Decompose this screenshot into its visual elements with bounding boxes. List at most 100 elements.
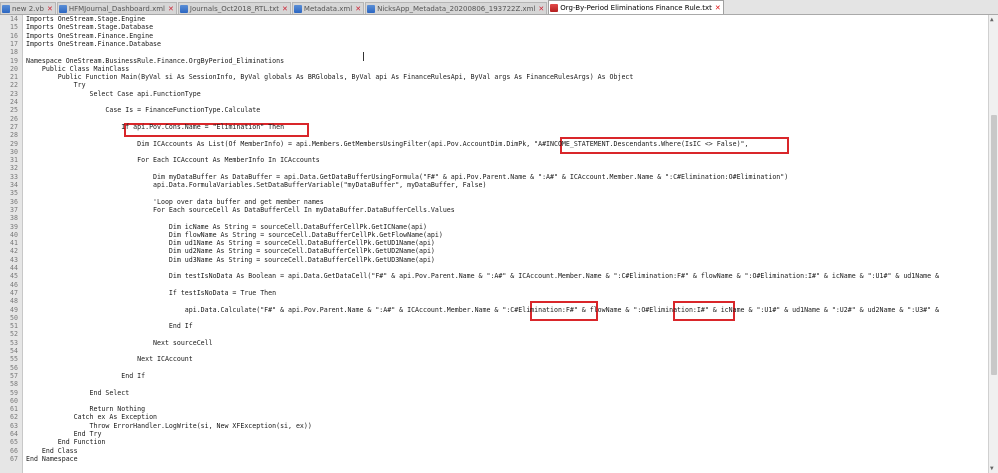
file-icon: [367, 4, 376, 13]
line-number: 50: [10, 313, 18, 322]
code-line: Dim icName As String = sourceCell.DataBu…: [26, 222, 427, 231]
line-number: 26: [10, 114, 18, 123]
code-line: Imports OneStream.Stage.Database: [26, 23, 154, 32]
file-icon: [293, 4, 302, 13]
code-line: End Class: [26, 446, 78, 455]
code-line: Next sourceCell: [26, 338, 213, 347]
tab-item[interactable]: Journals_Oct2018_RTL.txt ✕: [177, 2, 291, 14]
line-number: 54: [10, 347, 18, 355]
line-number: 65: [10, 438, 18, 447]
code-line: Imports OneStream.Stage.Engine: [26, 15, 146, 23]
close-icon[interactable]: ✕: [355, 5, 361, 13]
close-icon[interactable]: ✕: [47, 5, 53, 13]
line-number: 52: [10, 330, 18, 339]
line-number: 22: [10, 81, 18, 90]
line-number: 56: [10, 363, 18, 372]
code-line: End If: [26, 371, 146, 380]
line-number: 61: [10, 405, 18, 414]
line-number: 20: [10, 64, 18, 73]
code-line: Dim flowName As String = sourceCell.Data…: [26, 230, 443, 239]
line-number: 25: [10, 106, 18, 115]
line-number: 33: [10, 172, 18, 181]
code-line: End Namespace: [26, 454, 78, 463]
code-line: End Try: [26, 430, 102, 438]
line-number: 23: [10, 89, 18, 98]
text-caret: [363, 52, 364, 61]
tab-item[interactable]: Metadata.xml ✕: [291, 2, 365, 14]
line-number: 47: [10, 288, 18, 297]
code-line: For Each sourceCell As DataBufferCell In…: [26, 205, 455, 214]
line-number: 43: [10, 255, 18, 264]
line-number: 30: [10, 147, 18, 156]
line-number: 58: [10, 380, 18, 389]
tab-item[interactable]: new 2.vb ✕: [0, 2, 56, 14]
line-number: 57: [10, 371, 18, 380]
line-number: 16: [10, 31, 18, 40]
code-line: Select Case api.FunctionType: [26, 89, 201, 98]
tab-label: Org-By-Period Eliminations Finance Rule.…: [560, 3, 712, 12]
line-number-gutter: 14 15 16 17 18 19 20 21 22 23 24 25 26 27 28 29 30 31 32 33…: [0, 15, 23, 473]
close-icon[interactable]: ✕: [168, 5, 174, 13]
line-number: 32: [10, 164, 18, 173]
line-number: 42: [10, 247, 18, 256]
line-number: 46: [10, 280, 18, 289]
code-line: Imports OneStream.Finance.Database: [26, 39, 161, 48]
close-icon[interactable]: ✕: [715, 4, 721, 12]
line-number: 67: [10, 454, 18, 463]
line-number: 59: [10, 388, 18, 397]
code-line: If api.Pov.Cons.Name = "Elimination" The…: [26, 122, 285, 131]
close-icon[interactable]: ✕: [282, 5, 288, 13]
code-line: 'Loop over data buffer and get member na…: [26, 197, 324, 206]
code-line: Dim ud3Name As String = sourceCell.DataB…: [26, 255, 435, 264]
code-line: End Function: [26, 438, 106, 447]
line-number: 24: [10, 98, 18, 106]
tab-item[interactable]: NicksApp_Metadata_20200806_193722Z.xml ✕: [365, 2, 548, 14]
code-line: Dim testIsNoData As Boolean = api.Data.G…: [26, 272, 940, 281]
line-number: 28: [10, 131, 18, 140]
line-number: 18: [10, 48, 18, 57]
line-number: 63: [10, 421, 18, 430]
line-number: 39: [10, 222, 18, 231]
code-editor[interactable]: Imports OneStream.Stage.Engine Imports On…: [24, 15, 988, 473]
code-line: Dim ICAccounts As List(Of MemberInfo) = …: [26, 139, 749, 148]
line-number: 21: [10, 73, 18, 82]
line-number: 66: [10, 446, 18, 455]
line-number: 29: [10, 139, 18, 148]
line-number: 38: [10, 214, 18, 223]
scroll-down-arrow-icon[interactable]: ▼: [990, 465, 994, 472]
code-line: api.Data.Calculate("F#" & api.Pov.Parent…: [26, 305, 940, 314]
code-line: Catch ex As Exception: [26, 413, 158, 422]
vertical-scrollbar[interactable]: ▲ ▼: [988, 15, 998, 473]
line-number: 17: [10, 39, 18, 48]
line-number: 48: [10, 297, 18, 306]
line-number: 35: [10, 189, 18, 198]
scrollbar-thumb[interactable]: [991, 115, 997, 375]
line-number: 34: [10, 181, 18, 189]
tab-label: Journals_Oct2018_RTL.txt: [189, 4, 280, 13]
code-line: Namespace OneStream.BusinessRule.Finance…: [26, 56, 285, 65]
line-number: 37: [10, 205, 18, 214]
code-line: Imports OneStream.Finance.Engine: [26, 31, 154, 40]
line-number: 27: [10, 122, 18, 131]
code-line: End If: [26, 322, 193, 331]
tab-bar: new 2.vb ✕ HFMJournal_Dashboard.xml ✕ Journa…: [0, 0, 998, 15]
tab-item[interactable]: HFMJournal_Dashboard.xml ✕: [56, 2, 177, 14]
code-line: api.Data.FormulaVariables.SetDataBufferV…: [26, 181, 487, 189]
tab-label: new 2.vb: [12, 4, 44, 13]
tab-label: HFMJournal_Dashboard.xml: [68, 4, 165, 13]
line-number: 41: [10, 239, 18, 248]
code-line: Try: [26, 81, 86, 90]
close-icon[interactable]: ✕: [538, 5, 544, 13]
line-number: 51: [10, 322, 18, 331]
line-number: 19: [10, 56, 18, 65]
file-icon: [58, 4, 67, 13]
scroll-up-arrow-icon[interactable]: ▲: [990, 16, 994, 23]
line-number: 55: [10, 355, 18, 364]
code-line: Case Is = FinanceFunctionType.Calculate: [26, 106, 261, 115]
tab-label: Metadata.xml: [303, 4, 353, 13]
code-line: Dim myDataBuffer As DataBuffer = api.Dat…: [26, 172, 789, 181]
line-number: 49: [10, 305, 18, 314]
tab-item[interactable]: Org-By-Period Eliminations Finance Rule.…: [548, 0, 724, 14]
code-line: Next ICAccount: [26, 355, 193, 364]
line-number: 53: [10, 338, 18, 347]
